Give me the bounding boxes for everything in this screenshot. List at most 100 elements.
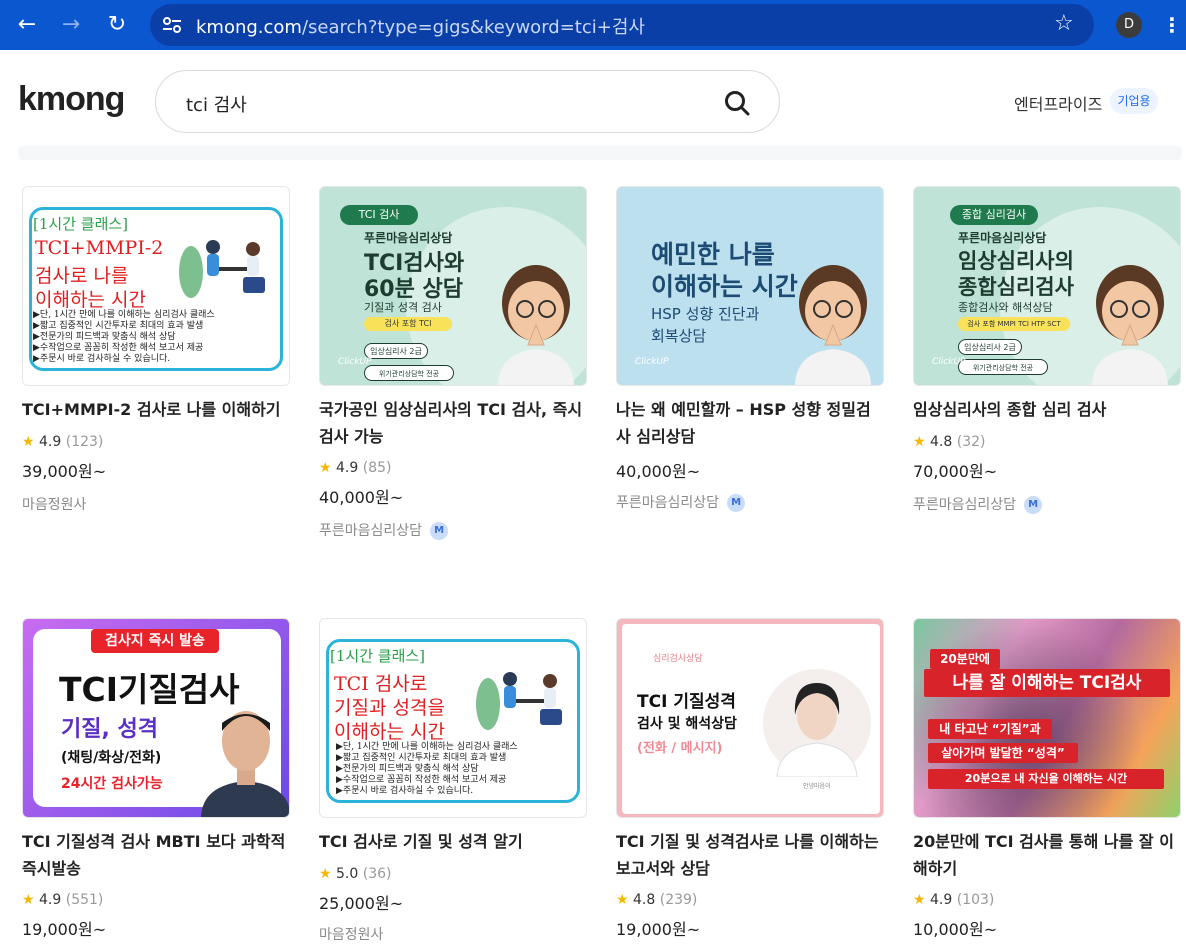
thumb-subtitle: (채팅/화상/전화) — [61, 750, 162, 766]
enterprise-badge[interactable]: 기업용 — [1110, 88, 1158, 114]
gig-thumbnail[interactable]: 종합 심리검사 푸른마음심리상담 임상심리사의 종합심리검사 종합검사와 해석상… — [913, 186, 1181, 386]
browser-toolbar: ← → ↻ kmong.com/search?type=gigs&keyword… — [0, 0, 1186, 50]
gig-rating: ★ 4.9 (103) — [913, 892, 995, 908]
gig-price: 25,000원~ — [319, 894, 404, 913]
star-icon: ★ — [22, 434, 35, 450]
thumb-bullets: ▶단, 1시간 만에 나를 이해하는 심리검사 클래스 ▶짧고 집중적인 시간투자… — [336, 742, 518, 796]
counseling-illustration — [476, 672, 562, 730]
master-badge-icon: M — [1024, 496, 1043, 514]
gig-thumbnail[interactable]: [1시간 클래스] TCI 검사로 기질과 성격을 이해하는 시간 ▶단, 1시… — [319, 618, 587, 818]
thumb-heading: 나를 잘 이해하는 TCI검사 — [924, 669, 1170, 697]
gig-card[interactable]: 심리검사상담 TCI 기질성격 검사 및 해석상담 (전화 / 메시지) 안녕마… — [616, 618, 884, 939]
character-illustration — [1092, 265, 1168, 385]
gig-card[interactable]: 종합 심리검사 푸른마음심리상담 임상심리사의 종합심리검사 종합검사와 해석상… — [913, 186, 1181, 526]
gig-title[interactable]: 나는 왜 예민할까 – HSP 성향 정밀검사 심리상담 — [616, 396, 884, 450]
gig-title[interactable]: TCI 기질성격 검사 MBTI 보다 과학적 즉시발송 — [22, 828, 290, 882]
gig-title[interactable]: TCI+MMPI-2 검사로 나를 이해하기 — [22, 396, 290, 423]
gig-thumbnail[interactable]: 예민한 나를 이해하는 시간 HSP 성향 진단과 회복상담 ClickUP — [616, 186, 884, 386]
star-icon: ★ — [319, 866, 332, 882]
gig-card[interactable]: 20분만에 나를 잘 이해하는 TCI검사 내 타고난 “기질”과 살아가며 발… — [913, 618, 1181, 939]
gig-rating: ★ 4.8 (239) — [616, 892, 698, 908]
thumb-tag: 검사지 즉시 발송 — [91, 629, 219, 653]
gig-thumbnail[interactable]: 검사지 즉시 발송 TCI기질검사 기질, 성격 (채팅/화상/전화) 24시간… — [22, 618, 290, 818]
thumb-subtitle: 푸른마음심리상담 — [364, 231, 453, 245]
thumb-desc: 기질과 성격 검사 — [364, 301, 442, 314]
gig-title[interactable]: 국가공인 임상심리사의 TCI 검사, 즉시 검사 가능 — [319, 396, 587, 450]
kebab-menu-icon[interactable]: ⋮ — [1162, 10, 1182, 40]
thumb-heading: 검사로 나를 — [35, 265, 129, 287]
thumb-heading: 이해하는 시간 — [35, 289, 146, 311]
thumb-subtitle: 회복상담 — [651, 327, 707, 345]
gig-card[interactable]: 검사지 즉시 발송 TCI기질검사 기질, 성격 (채팅/화상/전화) 24시간… — [22, 618, 290, 939]
gig-seller[interactable]: 마음정원사 — [22, 494, 86, 514]
thumb-bullets: ▶단, 1시간 만에 나를 이해하는 심리검사 클래스 ▶짧고 집중적인 시간투자… — [33, 310, 215, 364]
thumb-tag: TCI 검사 — [340, 205, 418, 225]
star-icon: ★ — [913, 892, 926, 908]
gig-card[interactable]: [1시간 클래스] TCI 검사로 기질과 성격을 이해하는 시간 ▶단, 1시… — [319, 618, 587, 943]
search-value: tci 검사 — [186, 95, 247, 116]
gig-seller[interactable]: 푸른마음심리상담 M — [616, 492, 746, 512]
enterprise-link[interactable]: 엔터프라이즈 — [1014, 91, 1102, 115]
thumb-caption: 안녕마음이 — [803, 783, 831, 790]
thumb-heading: 예민한 나를 — [651, 240, 775, 269]
profile-avatar[interactable]: D — [1116, 12, 1142, 38]
thumb-subtitle: HSP 성향 진단과 — [651, 305, 760, 323]
thumb-heading: TCI 검사로 — [334, 673, 428, 695]
gig-seller[interactable]: 푸른마음심리상담 M — [319, 520, 449, 540]
gig-thumbnail[interactable]: TCI 검사 푸른마음심리상담 TCI검사와 60분 상담 기질과 성격 검사 … — [319, 186, 587, 386]
thumb-subtitle: 24시간 검사가능 — [61, 776, 163, 792]
thumb-heading: TCI 기질성격 — [637, 692, 736, 712]
arrow-right-icon[interactable]: → — [54, 8, 88, 42]
star-icon: ★ — [913, 434, 926, 450]
star-icon: ★ — [22, 892, 35, 908]
thumb-heading: 종합심리검사 — [958, 275, 1074, 299]
search-icon[interactable] — [723, 89, 751, 117]
arrow-left-icon[interactable]: ← — [10, 8, 44, 42]
gig-rating: ★ 4.8 (32) — [913, 434, 986, 450]
thumb-subtitle: 살아가며 발달한 “성격” — [928, 743, 1078, 763]
star-icon: ★ — [616, 892, 629, 908]
gig-thumbnail[interactable]: 심리검사상담 TCI 기질성격 검사 및 해석상담 (전화 / 메시지) 안녕마… — [616, 618, 884, 818]
character-illustration — [795, 265, 871, 385]
star-icon[interactable]: ☆ — [1054, 11, 1074, 36]
thumb-heading: 이해하는 시간 — [651, 272, 798, 301]
gig-title[interactable]: 임상심리사의 종합 심리 검사 — [913, 396, 1181, 423]
master-badge-icon: M — [727, 494, 746, 512]
thumb-brand: ClickUP — [338, 357, 372, 367]
search-input[interactable]: tci 검사 — [155, 70, 780, 133]
thumb-brand: ClickUP — [932, 357, 966, 367]
address-bar[interactable]: kmong.com/search?type=gigs&keyword=tci+검… — [150, 4, 1094, 46]
thumb-heading: 이해하는 시간 — [334, 721, 445, 743]
gig-title[interactable]: TCI 기질 및 성격검사로 나를 이해하는 보고서와 상담 — [616, 828, 884, 882]
person-photo — [763, 669, 871, 777]
gig-title[interactable]: 20분만에 TCI 검사를 통해 나를 잘 이해하기 — [913, 828, 1181, 882]
thumb-desc: 종합검사와 해석상담 — [958, 301, 1053, 314]
thumb-subtitle: 내 타고난 “기질”과 — [928, 719, 1052, 739]
gig-thumbnail[interactable]: [1시간 클래스] TCI+MMPI-2 검사로 나를 이해하는 시간 ▶단, … — [22, 186, 290, 386]
gig-card[interactable]: [1시간 클래스] TCI+MMPI-2 검사로 나를 이해하는 시간 ▶단, … — [22, 186, 290, 526]
thumb-heading: 기질과 성격을 — [334, 697, 445, 719]
thumb-pill: 위기관리상담학 전공 — [958, 359, 1048, 375]
thumb-subtitle: (전화 / 메시지) — [637, 741, 723, 756]
gig-rating: ★ 4.9 (123) — [22, 434, 104, 450]
person-photo — [201, 711, 289, 817]
divider — [18, 146, 1182, 160]
gig-card[interactable]: TCI 검사 푸른마음심리상담 TCI검사와 60분 상담 기질과 성격 검사 … — [319, 186, 587, 546]
kmong-logo[interactable]: kmong — [18, 80, 125, 119]
gig-thumbnail[interactable]: 20분만에 나를 잘 이해하는 TCI검사 내 타고난 “기질”과 살아가며 발… — [913, 618, 1181, 818]
thumb-tag: 종합 심리검사 — [950, 205, 1038, 225]
reload-icon[interactable]: ↻ — [100, 8, 134, 42]
thumb-heading: 기질, 성격 — [61, 717, 158, 742]
thumb-chip: 검사 포함 TCI — [364, 317, 452, 331]
gig-seller[interactable]: 마음정원사 — [319, 924, 383, 944]
gig-price: 70,000원~ — [913, 462, 998, 481]
thumb-chip: 검사 포함 MMPI TCI HTP SCT — [958, 317, 1070, 331]
thumb-pill: 위기관리상담학 전공 — [364, 365, 454, 381]
thumb-tag: [1시간 클래스] — [33, 215, 129, 233]
gig-rating: ★ 4.9 (551) — [22, 892, 104, 908]
gig-seller[interactable]: 푸른마음심리상담 M — [913, 494, 1043, 514]
thumb-pill: 임상심리사 2급 — [958, 339, 1022, 355]
site-info-icon[interactable] — [162, 16, 182, 34]
gig-title[interactable]: TCI 검사로 기질 및 성격 알기 — [319, 828, 587, 855]
gig-card[interactable]: 예민한 나를 이해하는 시간 HSP 성향 진단과 회복상담 ClickUP 나… — [616, 186, 884, 526]
